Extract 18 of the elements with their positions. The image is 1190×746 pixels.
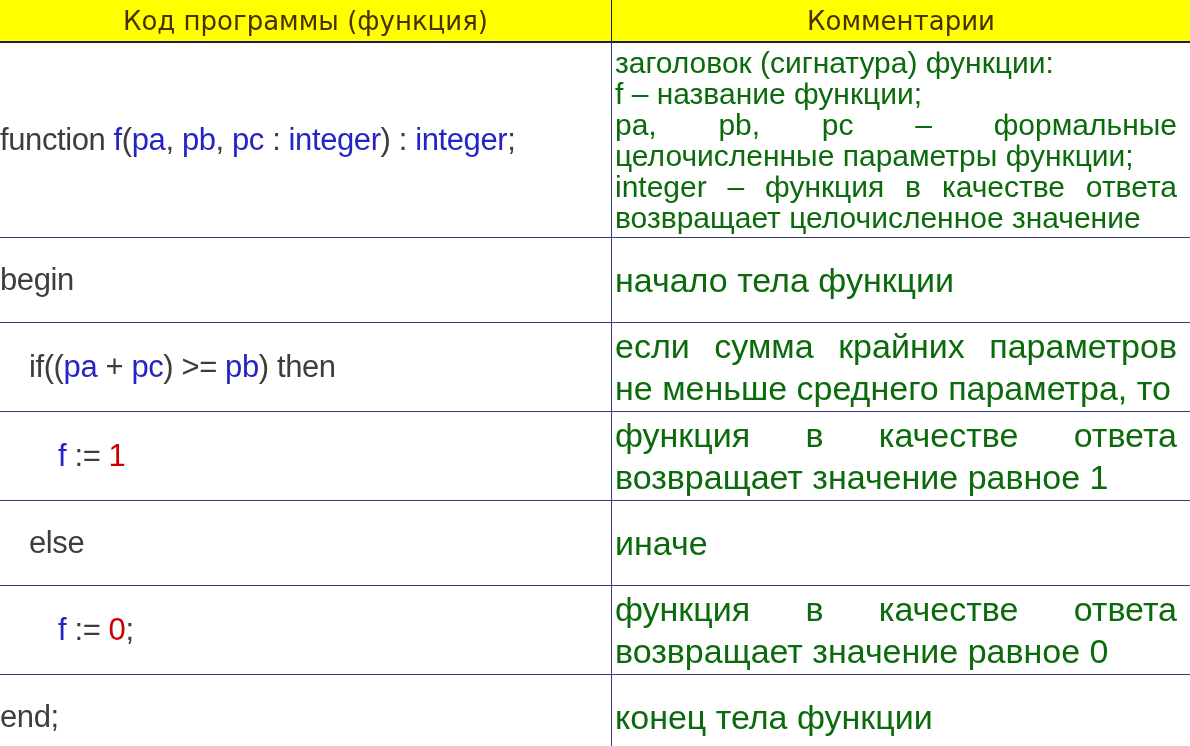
comment-text: иначе bbox=[615, 523, 709, 564]
code-line: f := 1 bbox=[58, 438, 126, 474]
comment-text: f – название функции; bbox=[615, 78, 924, 109]
code-line: begin bbox=[0, 262, 74, 298]
comment-text: заголовок (сигнатура) функции: bbox=[615, 47, 1055, 78]
code-line: else bbox=[29, 525, 85, 561]
column-header: Код программы (функция) bbox=[0, 0, 611, 41]
comment-text: начало тела функции bbox=[615, 260, 955, 301]
comment-text: pa, pb, pc – формальные целочисленные параметры функции; bbox=[615, 109, 1177, 171]
code-line: function f(pa, pb, pc : integer) : integer; bbox=[0, 122, 516, 158]
comment-text: функция в качестве ответа возвращает значение равное 0 bbox=[615, 589, 1177, 672]
code-line: end; bbox=[0, 699, 59, 735]
column-header: Комментарии bbox=[611, 0, 1190, 41]
code-line: if((pa + pc) >= pb) then bbox=[29, 349, 336, 385]
comment-text: конец тела функции bbox=[615, 697, 934, 738]
code-line: f := 0; bbox=[58, 612, 134, 648]
comment-text: функция в качестве ответа возвращает значение равное 1 bbox=[615, 415, 1177, 498]
comment-text: integer – функция в качестве ответа возвращает целочисленное значение bbox=[615, 171, 1177, 233]
